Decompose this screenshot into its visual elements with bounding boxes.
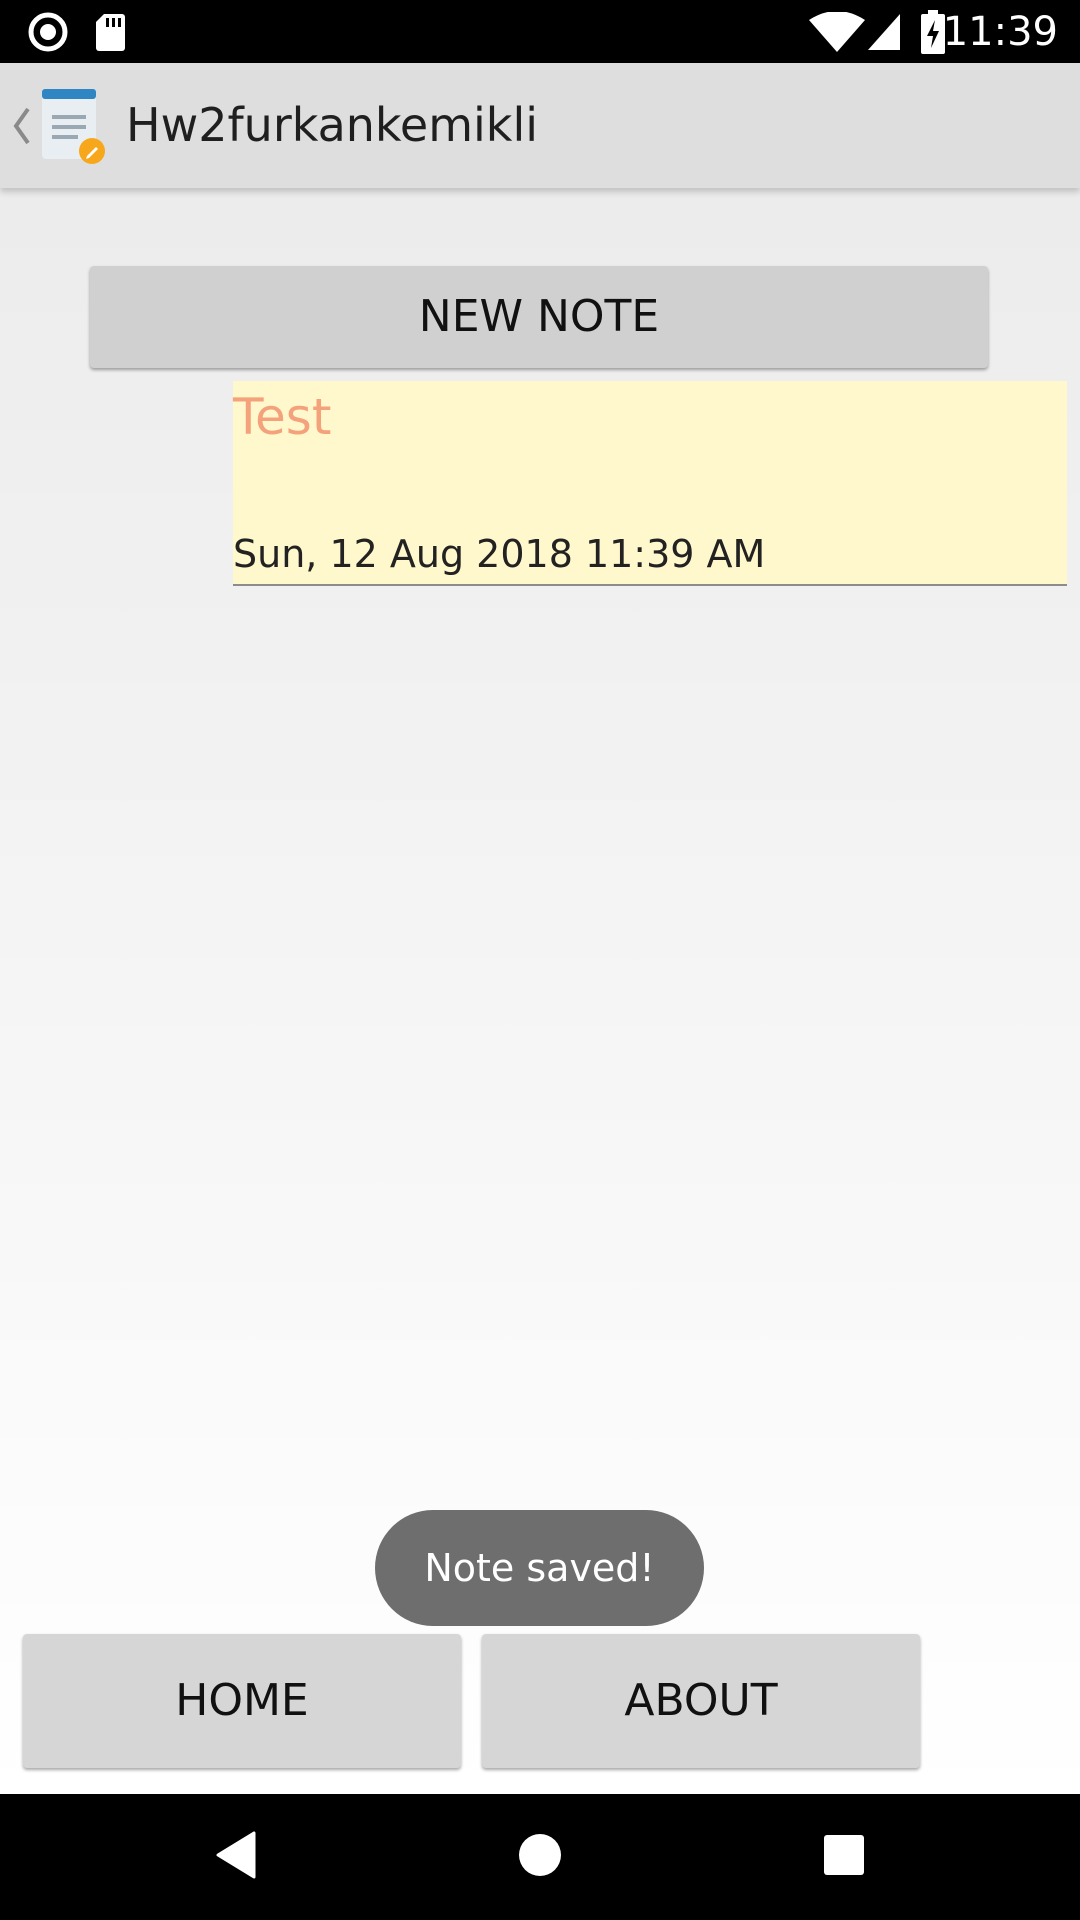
nav-home-button[interactable] — [480, 1794, 600, 1920]
recents-square-icon — [823, 1834, 865, 1881]
record-icon — [28, 12, 68, 57]
sd-card-icon — [94, 12, 126, 57]
app-title: Hw2furkankemikli — [126, 98, 539, 152]
notepad-app-icon[interactable] — [38, 85, 108, 165]
home-circle-icon — [517, 1832, 563, 1883]
navigation-bar — [0, 1794, 1080, 1920]
toast-message: Note saved! — [375, 1510, 704, 1626]
wifi-icon — [808, 11, 866, 57]
about-button[interactable]: ABOUT — [482, 1634, 920, 1768]
action-bar: Hw2furkankemikli — [0, 63, 1080, 188]
signal-icon — [866, 12, 902, 57]
status-bar: 11:39 — [0, 0, 1080, 63]
note-list-item[interactable]: Test Sun, 12 Aug 2018 11:39 AM — [233, 381, 1067, 586]
nav-recents-button[interactable] — [784, 1794, 904, 1920]
home-button[interactable]: HOME — [23, 1634, 461, 1768]
nav-back-button[interactable] — [176, 1794, 296, 1920]
note-date: Sun, 12 Aug 2018 11:39 AM — [233, 532, 766, 576]
new-note-button[interactable]: NEW NOTE — [90, 266, 988, 368]
back-chevron-icon[interactable] — [8, 101, 34, 151]
back-triangle-icon — [214, 1831, 258, 1884]
main-content: NEW NOTE Test Sun, 12 Aug 2018 11:39 AM … — [0, 188, 1080, 1794]
status-time: 11:39 — [942, 9, 1058, 55]
note-title: Test — [233, 388, 332, 446]
